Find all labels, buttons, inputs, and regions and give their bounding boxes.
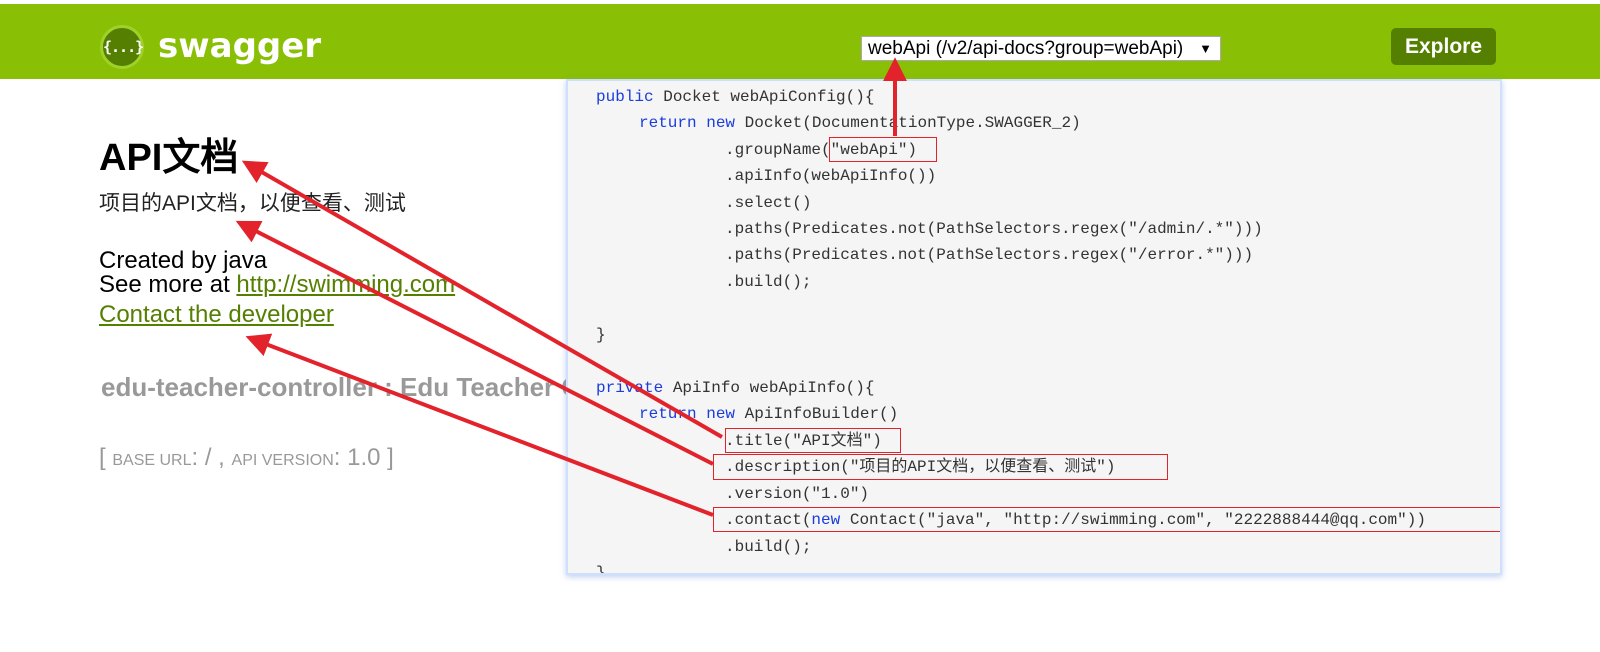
api-version-value: 1.0 <box>347 444 381 471</box>
code-text: ApiInfoBuilder() <box>735 405 899 423</box>
code-keyword: return <box>639 114 697 132</box>
code-line: public Docket webApiConfig(){ <box>596 87 874 107</box>
base-url-label: BASE URL <box>112 452 192 469</box>
code-text: ApiInfo webApiInfo(){ <box>663 379 875 397</box>
title-highlight-box <box>725 428 901 453</box>
code-text: Docket webApiConfig(){ <box>653 88 875 106</box>
code-line: .paths(Predicates.not(PathSelectors.rege… <box>725 220 1263 238</box>
api-group-select[interactable]: webApi (/v2/api-docs?group=webApi) ▼ <box>861 36 1221 61</box>
dropdown-caret-icon: ▼ <box>1199 41 1212 56</box>
swagger-logo-icon: {...} <box>100 25 144 69</box>
code-line: .select() <box>725 194 812 212</box>
api-group-select-value: webApi (/v2/api-docs?group=webApi) <box>868 38 1184 59</box>
contact-developer-link[interactable]: Contact the developer <box>99 301 334 329</box>
api-description: 项目的API文档，以便查看、测试 <box>99 192 406 215</box>
code-line: return new Docket(DocumentationType.SWAG… <box>639 113 1081 133</box>
code-line: .paths(Predicates.not(PathSelectors.rege… <box>725 246 1254 264</box>
code-keyword: new <box>706 114 736 132</box>
see-more-prefix: See more at <box>99 271 237 298</box>
swagger-logo-text: swagger <box>158 26 322 66</box>
code-keyword: return <box>639 405 697 423</box>
code-keyword: public <box>596 88 654 106</box>
code-line: .build(); <box>725 538 812 556</box>
code-text: Docket(DocumentationType.SWAGGER_2) <box>735 114 1081 132</box>
api-title: API文档 <box>99 137 239 179</box>
top-bar: {...} swagger webApi (/v2/api-docs?group… <box>0 4 1600 79</box>
code-keyword: new <box>706 405 736 423</box>
base-url-line: [ BASE URL: / , API VERSION: 1.0 ] <box>99 444 394 471</box>
explore-button[interactable]: Explore <box>1391 28 1496 65</box>
code-line: private ApiInfo webApiInfo(){ <box>596 378 874 398</box>
contact-highlight-box <box>713 507 1500 532</box>
code-snippet-panel: public Docket webApiConfig(){ return new… <box>566 79 1502 575</box>
see-more-text: See more at http://swimming.com <box>99 271 455 299</box>
api-version-label: API VERSION <box>231 452 334 469</box>
groupname-highlight-box <box>829 137 937 162</box>
base-url-value: / <box>204 444 212 471</box>
resource-heading[interactable]: edu-teacher-controller : Edu Teacher Con… <box>101 370 571 404</box>
code-line: return new ApiInfoBuilder() <box>639 404 898 424</box>
code-text: .groupName <box>725 141 822 159</box>
code-keyword: private <box>596 379 664 397</box>
code-line: .build(); <box>725 273 812 291</box>
code-line: .version("1.0") <box>725 485 870 503</box>
code-line: } <box>596 564 606 575</box>
website-link[interactable]: http://swimming.com <box>236 271 455 298</box>
code-line: .apiInfo(webApiInfo()) <box>725 167 937 185</box>
code-line: } <box>596 326 606 344</box>
description-highlight-box <box>713 454 1168 480</box>
